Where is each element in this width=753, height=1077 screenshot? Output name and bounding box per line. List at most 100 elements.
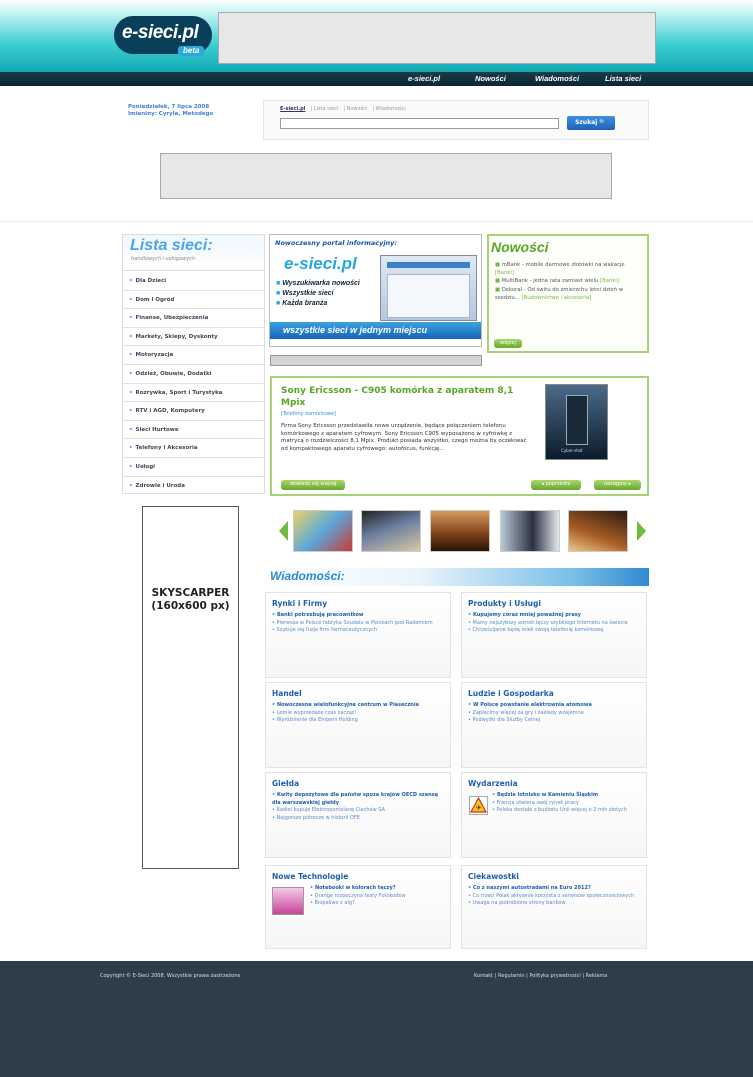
search-button[interactable]: Szukaj 🔍	[567, 116, 615, 130]
search-tab-nowosci[interactable]: Nowości	[347, 106, 368, 112]
section-title[interactable]: Rynki i Firmy	[272, 599, 450, 609]
carousel-thumbnail[interactable]	[293, 510, 353, 552]
search-tab-lista[interactable]: Lista sieci	[314, 106, 339, 112]
svg-text:✈: ✈	[476, 804, 482, 812]
footer-link-regulamin[interactable]: Regulamin	[498, 973, 525, 979]
news-tag: [Banki]	[495, 270, 514, 277]
laptop-thumbnail[interactable]	[272, 887, 304, 915]
article-title[interactable]: Sony Ericsson - C905 komórka z aparatem …	[281, 385, 521, 409]
sidebar-item-odziez[interactable]: • Odzież, Obuwie, Dodatki	[123, 365, 264, 384]
news-section-rynki: Rynki i Firmy Banki potrzebują pracownik…	[265, 592, 451, 678]
list-item[interactable]: Kupujemy coraz mniej poważnej prasy	[468, 612, 640, 620]
logo[interactable]: e-sieci.pl beta	[114, 16, 222, 58]
sidebar-item-telefony[interactable]: • Telefony i Akcesoria	[123, 439, 264, 458]
prev-label: poprzedni	[545, 481, 571, 487]
small-banner-ad[interactable]	[270, 355, 482, 366]
footer-link-reklama[interactable]: Reklama	[586, 973, 608, 979]
promo-bar-text: wszystkie sieci w jednym miejscu	[283, 325, 428, 335]
list-item[interactable]: Chrześcijanie będą mieli swoją telefonię…	[468, 627, 640, 635]
section-title[interactable]: Produkty i Usługi	[468, 599, 646, 609]
carousel-thumbnail[interactable]	[568, 510, 628, 552]
section-title[interactable]: Nowe Technologie	[272, 872, 450, 882]
list-item[interactable]: ■ MultiBank - jedna rata zamiast wielu […	[495, 277, 645, 285]
nav-link-wiadomosci[interactable]: Wiadomości	[535, 73, 579, 85]
nowosci-list: ■ mBank - mobile darmowe złotówki na wak…	[495, 261, 645, 302]
sidebar-item-motoryzacja[interactable]: • Motoryzacja	[123, 346, 264, 365]
next-label: następny	[603, 481, 628, 487]
next-article-button[interactable]: następny ▸	[594, 480, 641, 490]
list-item[interactable]: Radiol kupuje Elektroporcelanę Ciechów S…	[272, 807, 444, 815]
skyscraper-ad[interactable]	[142, 506, 239, 869]
list-item[interactable]: Pierwsza w Polsce fabryka Soudalu w Pion…	[272, 620, 444, 628]
footer-link-kontakt[interactable]: Kontakt	[474, 973, 493, 979]
list-item[interactable]: W Polsce powstanie elektrownia atomowa	[468, 702, 640, 710]
sidebar-item-rtv-agd[interactable]: • RTV i AGD, Komputery	[123, 402, 264, 421]
list-item[interactable]: Co z naszymi autostradami na Euro 2012?	[468, 885, 640, 893]
section-title[interactable]: Wydarzenia	[468, 779, 646, 789]
search-tab-esieci[interactable]: E-sieci.pl	[280, 106, 305, 112]
news-section-produkty: Produkty i Usługi Kupujemy coraz mniej p…	[461, 592, 647, 678]
carousel-thumbnail[interactable]	[430, 510, 490, 552]
section-list: Banki potrzebują pracowników Pierwsza w …	[272, 612, 444, 635]
list-item[interactable]: Biopaliwo z alg?	[310, 900, 444, 908]
sidebar-item-label: Rozrywka, Sport i Turystyka	[135, 389, 223, 396]
list-item[interactable]: Notebooki w kolorach tęczy?	[310, 885, 444, 893]
list-item[interactable]: ■ mBank - mobile darmowe złotówki na wak…	[495, 261, 645, 277]
list-item[interactable]: Polska dostała z budżetu Unii więcej o 2…	[492, 807, 640, 815]
list-item[interactable]: Zapłacimy więcej za gry i zakłady wzajem…	[468, 710, 640, 718]
footer-link-polityka[interactable]: Polityka prywatności	[529, 973, 580, 979]
carousel-prev-arrow-icon[interactable]	[279, 521, 288, 541]
article-image-caption: Cyber-shot	[561, 448, 583, 453]
skyscraper-label: SKYSCARPER (160x600 px)	[142, 587, 239, 613]
list-item[interactable]: Orange rozpoczyna testy Fotokodów	[310, 893, 444, 901]
middle-banner-ad[interactable]	[160, 153, 612, 199]
article-category[interactable]: [Telefony komórkowe]	[281, 411, 336, 418]
carousel-thumbnail[interactable]	[500, 510, 560, 552]
sidebar-item-sieci-hurtowe[interactable]: • Sieci Hurtowe	[123, 421, 264, 440]
news-text: mBank - mobile darmowe złotówki na wakac…	[501, 262, 625, 268]
list-item[interactable]: Najgorsze półrocze w historii OFE	[272, 815, 444, 823]
list-item[interactable]: Wyróżnienie dla Emperii Holding	[272, 717, 444, 725]
section-title[interactable]: Ludzie i Gospodarka	[468, 689, 646, 699]
list-item[interactable]: ■ Dekoral - Od świtu do zmierzchu letni …	[495, 286, 645, 302]
list-item[interactable]: Banki potrzebują pracowników	[272, 612, 444, 620]
list-item[interactable]: Szykuje się fuzja firm farmaceutycznych	[272, 627, 444, 635]
nowosci-more-button[interactable]: więcej	[494, 339, 522, 348]
search-input[interactable]	[280, 118, 559, 129]
list-item[interactable]: Uwaga na podrobione strony banków	[468, 900, 640, 908]
read-more-button[interactable]: dowiedz się więcej	[281, 480, 345, 490]
promo-heading: Nowoczesny portal informacyjny:	[275, 239, 398, 247]
sidebar-item-zdrowie[interactable]: • Zdrowie i Uroda	[123, 477, 264, 496]
list-item[interactable]: Kwity depozytowe dla państw spoza krajów…	[272, 792, 444, 807]
sidebar-item-markety[interactable]: • Markety, Sklepy, Dyskonty	[123, 328, 264, 347]
section-list: W Polsce powstanie elektrownia atomowa Z…	[468, 702, 640, 725]
list-item[interactable]: Francja otwiera swój rynek pracy	[492, 800, 640, 808]
prev-article-button[interactable]: ◂ poprzedni	[531, 480, 581, 490]
top-banner-ad[interactable]	[218, 12, 656, 64]
carousel-next-arrow-icon[interactable]	[637, 521, 646, 541]
nav-link-home[interactable]: e-sieci.pl	[408, 73, 440, 85]
carousel-thumbnail[interactable]	[361, 510, 421, 552]
nav-link-lista-sieci[interactable]: Lista sieci	[605, 73, 641, 85]
section-title[interactable]: Handel	[272, 689, 450, 699]
sidebar-item-finanse[interactable]: • Finanse, Ubezpieczenia	[123, 309, 264, 328]
sidebar-item-dom-i-ogrod[interactable]: • Dom i Ogród	[123, 291, 264, 310]
sidebar-item-uslugi[interactable]: • Usługi	[123, 458, 264, 477]
sidebar-item-rozrywka[interactable]: • Rozrywka, Sport i Turystyka	[123, 384, 264, 403]
lista-sieci-subtitle: handlowych i usługowych	[131, 256, 196, 262]
list-item[interactable]: Nowoczesne wielofunkcyjne centrum w Pias…	[272, 702, 444, 710]
search-tabs: E-sieci.pl | Lista sieci | Nowości | Wiadom…	[280, 106, 406, 112]
section-title[interactable]: Giełda	[272, 779, 450, 789]
section-title[interactable]: Ciekawostki	[468, 872, 646, 882]
sidebar-item-label: Odzież, Obuwie, Dodatki	[135, 371, 212, 377]
sidebar-item-dla-dzieci[interactable]: • Dla Dzieci	[123, 272, 264, 291]
lista-sieci-menu: • Dla Dzieci • Dom i Ogród • Finanse, Ubezp…	[122, 270, 265, 494]
search-tab-wiadomosci[interactable]: Wiadomości	[376, 106, 406, 112]
list-item[interactable]: Podwyżki dla Służby Celnej	[468, 717, 640, 725]
nav-link-nowosci[interactable]: Nowości	[475, 73, 506, 85]
sidebar-item-label: Finanse, Ubezpieczenia	[135, 315, 209, 322]
list-item[interactable]: Będzie lotnisko w Kamieniu Śląskim	[492, 792, 640, 800]
sidebar-item-label: Dom i Ogród	[135, 296, 175, 303]
sidebar-item-label: RTV i AGD, Komputery	[135, 408, 205, 415]
sidebar-item-label: Motoryzacja	[135, 352, 174, 359]
